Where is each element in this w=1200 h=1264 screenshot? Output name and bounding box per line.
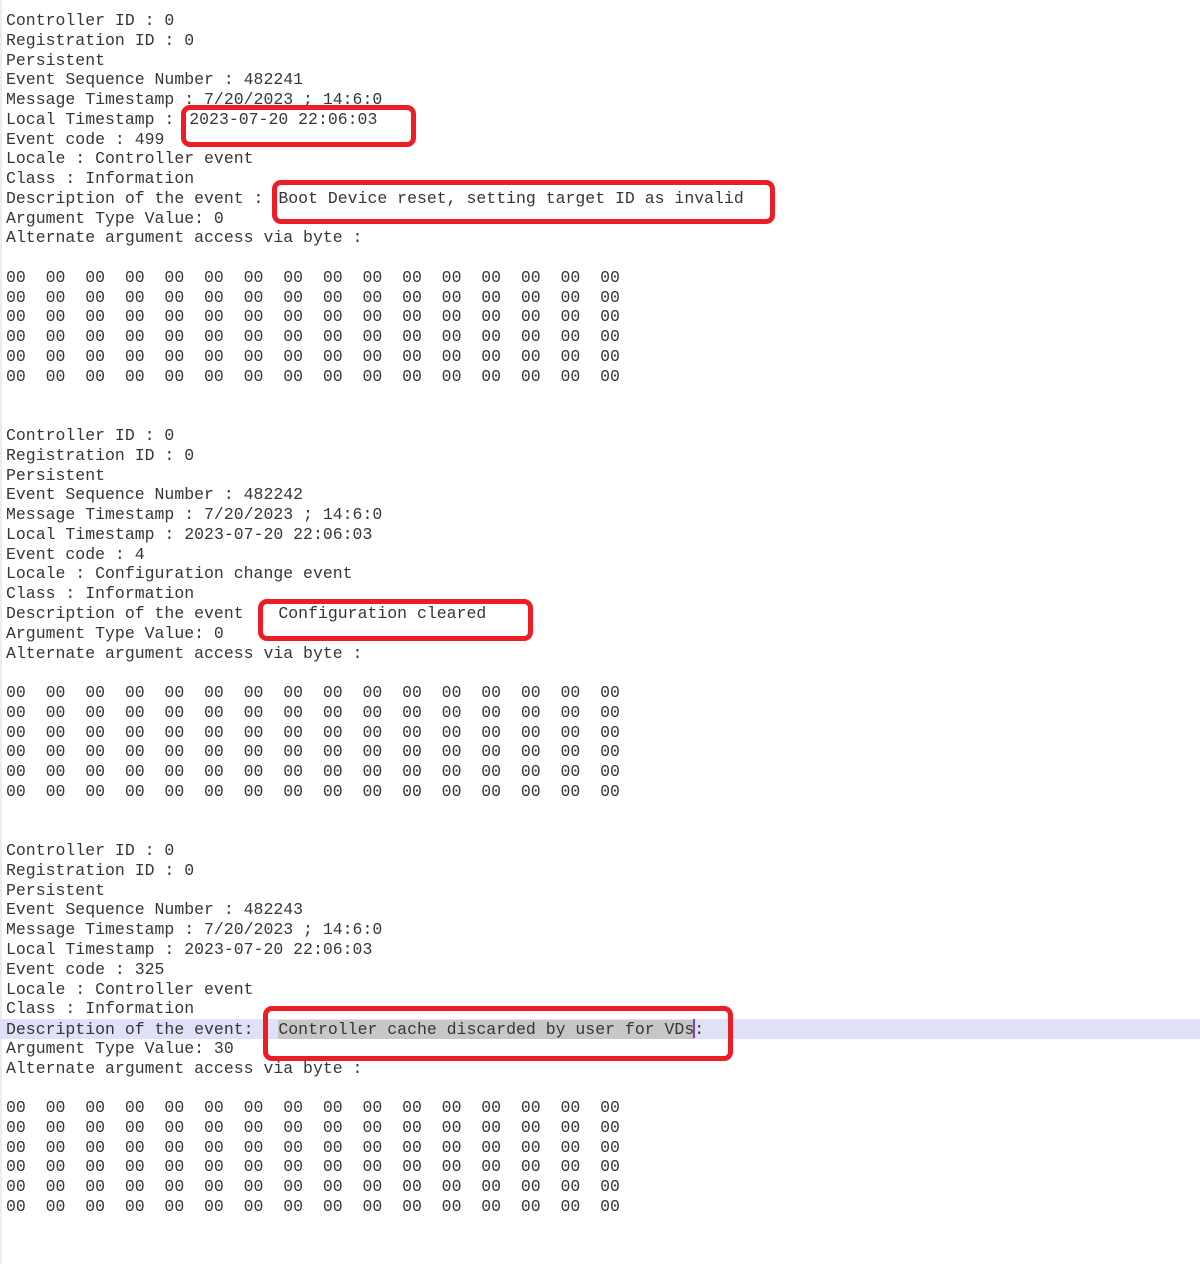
annotation-red-box-local-timestamp: 2023-07-20 22:06:03 xyxy=(181,105,416,147)
annotation-red-box-description: Configuration cleared xyxy=(258,599,533,641)
hex-dump-row: 00 00 00 00 00 00 00 00 00 00 00 00 00 0… xyxy=(0,683,1200,703)
event-block-1: Controller ID : 0Registration ID : 0Pers… xyxy=(0,11,1200,426)
log-line-locale: Locale : Controller event xyxy=(0,980,1200,1000)
log-line-local-timestamp: Local Timestamp : 2023-07-20 22:06:03 xyxy=(0,110,1200,130)
hex-dump-row: 00 00 00 00 00 00 00 00 00 00 00 00 00 0… xyxy=(0,742,1200,762)
log-line-alternate-argument: Alternate argument access via byte : xyxy=(0,644,1200,664)
log-line-locale: Locale : Controller event xyxy=(0,149,1200,169)
annotation-red-box-description: Boot Device reset, setting target ID as … xyxy=(272,180,774,224)
hex-dump-row: 00 00 00 00 00 00 00 00 00 00 00 00 00 0… xyxy=(0,1177,1200,1197)
hex-dump-row: 00 00 00 00 00 00 00 00 00 00 00 00 00 0… xyxy=(0,782,1200,802)
log-line-alternate-argument: Alternate argument access via byte : xyxy=(0,228,1200,248)
blank-line xyxy=(0,1217,1200,1237)
log-line-local-timestamp: Local Timestamp : 2023-07-20 22:06:03 xyxy=(0,940,1200,960)
log-line-controller-id: Controller ID : 0 xyxy=(0,11,1200,31)
log-line-controller-id: Controller ID : 0 xyxy=(0,426,1200,446)
blank-line xyxy=(0,663,1200,683)
log-line-description: Description of the event: Controller cac… xyxy=(0,1019,1200,1039)
description-label: Description of the event xyxy=(6,189,244,208)
event-block-2: Controller ID : 0Registration ID : 0Pers… xyxy=(0,426,1200,841)
log-line-persistent: Persistent xyxy=(0,881,1200,901)
description-value: Boot Device reset, setting target ID as … xyxy=(278,189,743,208)
event-block-3: Controller ID : 0Registration ID : 0Pers… xyxy=(0,841,1200,1256)
log-line-class: Class : Information xyxy=(0,584,1200,604)
log-line-event-code: Event code : 4 xyxy=(0,545,1200,565)
hex-dump-row: 00 00 00 00 00 00 00 00 00 00 00 00 00 0… xyxy=(0,762,1200,782)
local-timestamp-label: Local Timestamp : xyxy=(6,525,184,544)
log-line-description: Description of the event Configuration c… xyxy=(0,604,1200,624)
hex-dump-row: 00 00 00 00 00 00 00 00 00 00 00 00 00 0… xyxy=(0,1138,1200,1158)
blank-line xyxy=(0,802,1200,822)
blank-line xyxy=(0,1078,1200,1098)
hex-dump-row: 00 00 00 00 00 00 00 00 00 00 00 00 00 0… xyxy=(0,268,1200,288)
local-timestamp-value: 2023-07-20 22:06:03 xyxy=(184,525,372,544)
log-line-event-sequence-number: Event Sequence Number : 482242 xyxy=(0,485,1200,505)
log-line-local-timestamp: Local Timestamp : 2023-07-20 22:06:03 xyxy=(0,525,1200,545)
log-line-registration-id: Registration ID : 0 xyxy=(0,31,1200,51)
log-line-registration-id: Registration ID : 0 xyxy=(0,861,1200,881)
log-line-event-code: Event code : 499 xyxy=(0,130,1200,150)
description-suffix: : xyxy=(694,1020,704,1039)
hex-dump-row: 00 00 00 00 00 00 00 00 00 00 00 00 00 0… xyxy=(0,1118,1200,1138)
blank-line xyxy=(0,248,1200,268)
log-line-description: Description of the event : Boot Device r… xyxy=(0,189,1200,209)
hex-dump-row: 00 00 00 00 00 00 00 00 00 00 00 00 00 0… xyxy=(0,347,1200,367)
local-timestamp-label: Local Timestamp : xyxy=(6,940,184,959)
description-value: Configuration cleared xyxy=(278,604,486,623)
blank-line xyxy=(0,387,1200,407)
local-timestamp-label: Local Timestamp : xyxy=(6,110,184,129)
blank-line xyxy=(0,1236,1200,1256)
log-line-alternate-argument: Alternate argument access via byte : xyxy=(0,1059,1200,1079)
description-separator: : xyxy=(244,189,274,208)
log-line-event-sequence-number: Event Sequence Number : 482241 xyxy=(0,70,1200,90)
hex-dump-row: 00 00 00 00 00 00 00 00 00 00 00 00 00 0… xyxy=(0,307,1200,327)
log-line-persistent: Persistent xyxy=(0,51,1200,71)
hex-dump-row: 00 00 00 00 00 00 00 00 00 00 00 00 00 0… xyxy=(0,1197,1200,1217)
log-line-controller-id: Controller ID : 0 xyxy=(0,841,1200,861)
hex-dump-row: 00 00 00 00 00 00 00 00 00 00 00 00 00 0… xyxy=(0,367,1200,387)
local-timestamp-value: 2023-07-20 22:06:03 xyxy=(184,940,372,959)
log-line-event-sequence-number: Event Sequence Number : 482243 xyxy=(0,900,1200,920)
description-label: Description of the event xyxy=(6,1020,244,1039)
log-line-message-timestamp: Message Timestamp : 7/20/2023 ; 14:6:0 xyxy=(0,90,1200,110)
annotation-red-box-description: Controller cache discarded by user for V… xyxy=(263,1006,733,1061)
local-timestamp-value: 2023-07-20 22:06:03 xyxy=(189,110,377,129)
log-line-locale: Locale : Configuration change event xyxy=(0,564,1200,584)
log-line-message-timestamp: Message Timestamp : 7/20/2023 ; 14:6:0 xyxy=(0,505,1200,525)
hex-dump-row: 00 00 00 00 00 00 00 00 00 00 00 00 00 0… xyxy=(0,1157,1200,1177)
log-line-message-timestamp: Message Timestamp : 7/20/2023 ; 14:6:0 xyxy=(0,920,1200,940)
log-line-event-code: Event code : 325 xyxy=(0,960,1200,980)
hex-dump-row: 00 00 00 00 00 00 00 00 00 00 00 00 00 0… xyxy=(0,288,1200,308)
description-label: Description of the event xyxy=(6,604,244,623)
blank-line xyxy=(0,821,1200,841)
selected-text: Controller cache discarded by user for V… xyxy=(278,1020,694,1039)
log-line-argument-type-value: Argument Type Value: 0 xyxy=(0,624,1200,644)
hex-dump-row: 00 00 00 00 00 00 00 00 00 00 00 00 00 0… xyxy=(0,703,1200,723)
blank-line xyxy=(0,406,1200,426)
event-log-text-area[interactable]: Controller ID : 0Registration ID : 0Pers… xyxy=(0,0,1200,1256)
log-line-persistent: Persistent xyxy=(0,466,1200,486)
log-line-registration-id: Registration ID : 0 xyxy=(0,446,1200,466)
hex-dump-row: 00 00 00 00 00 00 00 00 00 00 00 00 00 0… xyxy=(0,723,1200,743)
hex-dump-row: 00 00 00 00 00 00 00 00 00 00 00 00 00 0… xyxy=(0,1098,1200,1118)
hex-dump-row: 00 00 00 00 00 00 00 00 00 00 00 00 00 0… xyxy=(0,327,1200,347)
